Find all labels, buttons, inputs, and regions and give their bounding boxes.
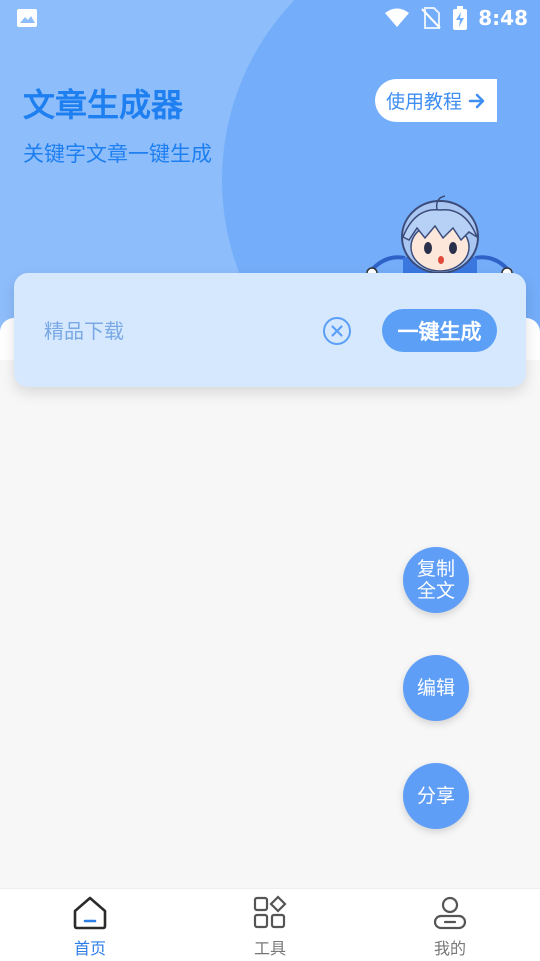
bottom-nav: 首页 工具 我的 xyxy=(0,888,540,961)
wifi-icon xyxy=(385,8,410,27)
share-button-label: 分享 xyxy=(416,785,455,807)
nav-item-profile[interactable]: 我的 xyxy=(360,889,540,961)
user-icon xyxy=(433,896,467,930)
clear-icon[interactable] xyxy=(322,316,352,346)
tutorial-button[interactable]: 使用教程 xyxy=(375,79,497,122)
page-title: 文章生成器 xyxy=(23,86,184,124)
status-icons: 8:48 xyxy=(384,6,528,30)
edit-button-label: 编辑 xyxy=(416,677,455,699)
copy-all-label-line1: 复制 xyxy=(416,558,455,580)
share-button[interactable]: 分享 xyxy=(403,763,469,829)
nav-item-tools[interactable]: 工具 xyxy=(180,889,360,961)
keyword-input[interactable] xyxy=(42,313,316,349)
tutorial-button-label: 使用教程 xyxy=(385,91,462,113)
copy-all-label-line2: 全文 xyxy=(416,580,455,602)
copy-all-button[interactable]: 复制 全文 xyxy=(403,547,469,613)
no-sim-icon xyxy=(421,7,441,29)
search-card: 一键生成 xyxy=(14,273,526,387)
mascot-illustration xyxy=(366,195,513,282)
battery-charging-icon xyxy=(453,6,468,30)
status-time: 8:48 xyxy=(478,6,528,30)
image-icon xyxy=(17,9,37,27)
nav-label-profile: 我的 xyxy=(433,939,466,958)
nav-label-home: 首页 xyxy=(73,939,106,958)
arrow-right-icon xyxy=(468,93,485,108)
nav-label-tools: 工具 xyxy=(253,939,286,958)
edit-button[interactable]: 编辑 xyxy=(403,655,469,721)
status-bar: 8:48 xyxy=(0,0,540,36)
page-subtitle: 关键字文章一键生成 xyxy=(23,142,212,166)
generate-button[interactable]: 一键生成 xyxy=(382,309,497,352)
grid-icon xyxy=(253,895,287,929)
home-icon xyxy=(73,896,107,930)
nav-item-home[interactable]: 首页 xyxy=(0,889,180,961)
